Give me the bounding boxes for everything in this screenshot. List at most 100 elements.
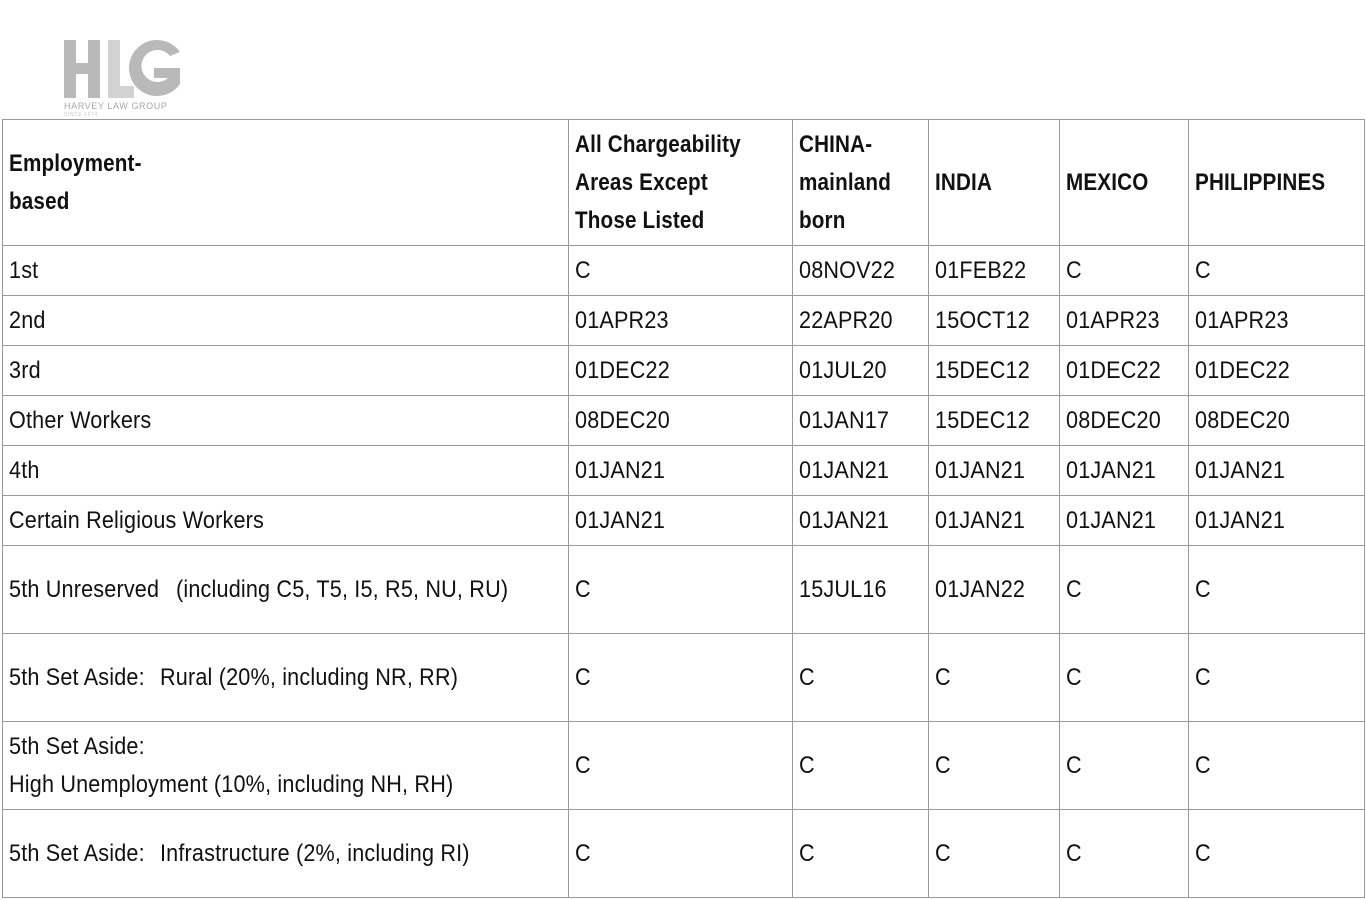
final-action-date: 01JAN21 (1195, 456, 1286, 484)
header-china: CHINA-mainland born (792, 119, 929, 246)
final-action-date: C (575, 839, 591, 867)
final-action-date: C (1066, 256, 1082, 284)
row-category-label: 5th Set Aside: (9, 839, 145, 867)
final-action-date: C (1066, 839, 1082, 867)
row-category-cell: 4th (2, 445, 569, 496)
final-action-date: 01JAN22 (935, 575, 1026, 603)
table-row: 2nd 01APR23 22APR20 15OCT12 01APR23 01APR23 (2, 295, 1365, 346)
row-category-label: 2nd (9, 306, 46, 334)
row-category-label: (including C5, T5, I5, R5, NU, RU) (175, 575, 509, 603)
final-action-date: 15JUL16 (799, 575, 887, 603)
final-action-date: C (575, 751, 591, 779)
row-category-label: Infrastructure (2%, including RI) (159, 839, 470, 867)
final-action-date: C (1195, 751, 1211, 779)
row-category-label: Other Workers (9, 406, 152, 434)
header-philippines: PHILIPPINES (1188, 119, 1365, 246)
table-row: Certain Religious Workers 01JAN21 01JAN21 0… (2, 495, 1365, 546)
final-action-date: C (1195, 256, 1211, 284)
final-action-date: 01JAN21 (935, 506, 1026, 534)
header-employment-based: Employment-based (2, 119, 569, 246)
final-action-date: C (1066, 663, 1082, 691)
row-value-cell: C (1188, 245, 1365, 296)
row-category-label: 4th (9, 456, 40, 484)
final-action-date: 15OCT12 (935, 306, 1030, 334)
final-action-date: 01JAN21 (799, 506, 890, 534)
final-action-date: 01JAN21 (575, 456, 666, 484)
row-category-cell: 5th Set Aside: High Unemployment (10%, in… (2, 721, 569, 810)
row-value-cell: 01JAN22 (928, 545, 1060, 634)
row-value-cell: 01JAN21 (928, 445, 1060, 496)
final-action-date: 01JAN21 (799, 456, 890, 484)
row-value-cell: 15DEC12 (928, 395, 1060, 446)
final-action-date: 01JAN21 (1066, 506, 1157, 534)
row-value-cell: 08DEC20 (1188, 395, 1365, 446)
final-action-date: 01JUL20 (799, 356, 887, 384)
final-action-date: C (799, 839, 815, 867)
row-value-cell: 08DEC20 (568, 395, 793, 446)
row-category-cell: 5th Set Aside: Rural (20%, including NR, … (2, 633, 569, 722)
final-action-date: 01APR23 (1195, 306, 1289, 334)
row-value-cell: 01JAN21 (792, 445, 929, 496)
row-category-label: 5th Set Aside: (9, 732, 145, 760)
final-action-date: C (935, 751, 951, 779)
row-value-cell: 15JUL16 (792, 545, 929, 634)
row-value-cell: 22APR20 (792, 295, 929, 346)
table-row: 1st C 08NOV22 01FEB22 C C (2, 245, 1365, 296)
row-value-cell: C (1059, 245, 1189, 296)
row-value-cell: 15DEC12 (928, 345, 1060, 396)
row-category-cell: 5th Set Aside: Infrastructure (2%, includ… (2, 809, 569, 898)
hlg-logo: HARVEY LAW GROUP SINCE 1974 (62, 38, 186, 118)
row-value-cell: C (1059, 721, 1189, 810)
hlg-logo-mark (64, 40, 180, 98)
row-value-cell: C (1059, 545, 1189, 634)
row-category-label: 5th Unreserved (9, 575, 160, 603)
final-action-date: C (1195, 575, 1211, 603)
row-value-cell: 01JAN21 (1059, 495, 1189, 546)
final-action-date: 01JAN21 (575, 506, 666, 534)
header-india: INDIA (928, 119, 1060, 246)
final-action-date: 01JAN21 (1066, 456, 1157, 484)
final-action-date: 01JAN21 (935, 456, 1026, 484)
row-value-cell: 01DEC22 (568, 345, 793, 396)
table-row: Other Workers 08DEC20 01JAN17 15DEC12 08DEC2… (2, 395, 1365, 446)
row-value-cell: C (792, 633, 929, 722)
header-row: Employment-based All Chargeability Areas… (2, 119, 1365, 246)
row-category-cell: 1st (2, 245, 569, 296)
table-row: 5th Unreserved (including C5, T5, I5, R5,… (2, 545, 1365, 634)
final-action-date: 22APR20 (799, 306, 893, 334)
row-value-cell: 08NOV22 (792, 245, 929, 296)
final-action-date: 08DEC20 (1066, 406, 1161, 434)
row-value-cell: 01JAN21 (568, 495, 793, 546)
row-value-cell: C (1188, 633, 1365, 722)
final-action-date: C (575, 575, 591, 603)
row-value-cell: C (792, 809, 929, 898)
table-row: 3rd 01DEC22 01JUL20 15DEC12 01DEC22 01DEC22 (2, 345, 1365, 396)
row-value-cell: 15OCT12 (928, 295, 1060, 346)
row-category-label: 1st (9, 256, 39, 284)
final-action-date: C (799, 751, 815, 779)
row-value-cell: C (928, 633, 1060, 722)
row-value-cell: 08DEC20 (1059, 395, 1189, 446)
final-action-date: 01FEB22 (935, 256, 1027, 284)
logo-caption: HARVEY LAW GROUP (64, 101, 168, 111)
final-action-date: 01DEC22 (1066, 356, 1161, 384)
final-action-date: 01DEC22 (575, 356, 670, 384)
final-action-date: C (935, 839, 951, 867)
row-category-label: Rural (20%, including NR, RR) (159, 663, 459, 691)
final-action-date: 15DEC12 (935, 406, 1030, 434)
final-action-date: C (935, 663, 951, 691)
final-action-date: C (1195, 663, 1211, 691)
row-value-cell: 01JAN21 (928, 495, 1060, 546)
final-action-date: C (575, 256, 591, 284)
row-value-cell: 01JAN21 (568, 445, 793, 496)
final-action-date: 15DEC12 (935, 356, 1030, 384)
row-value-cell: C (568, 721, 793, 810)
row-value-cell: C (568, 545, 793, 634)
table-row: 5th Set Aside: Infrastructure (2%, includ… (2, 809, 1365, 898)
final-action-date: 01APR23 (1066, 306, 1160, 334)
row-category-label: 5th Set Aside: (9, 663, 145, 691)
table-row: 5th Set Aside: High Unemployment (10%, in… (2, 721, 1365, 810)
final-action-date: 08DEC20 (575, 406, 670, 434)
row-category-cell: Certain Religious Workers (2, 495, 569, 546)
row-value-cell: C (792, 721, 929, 810)
